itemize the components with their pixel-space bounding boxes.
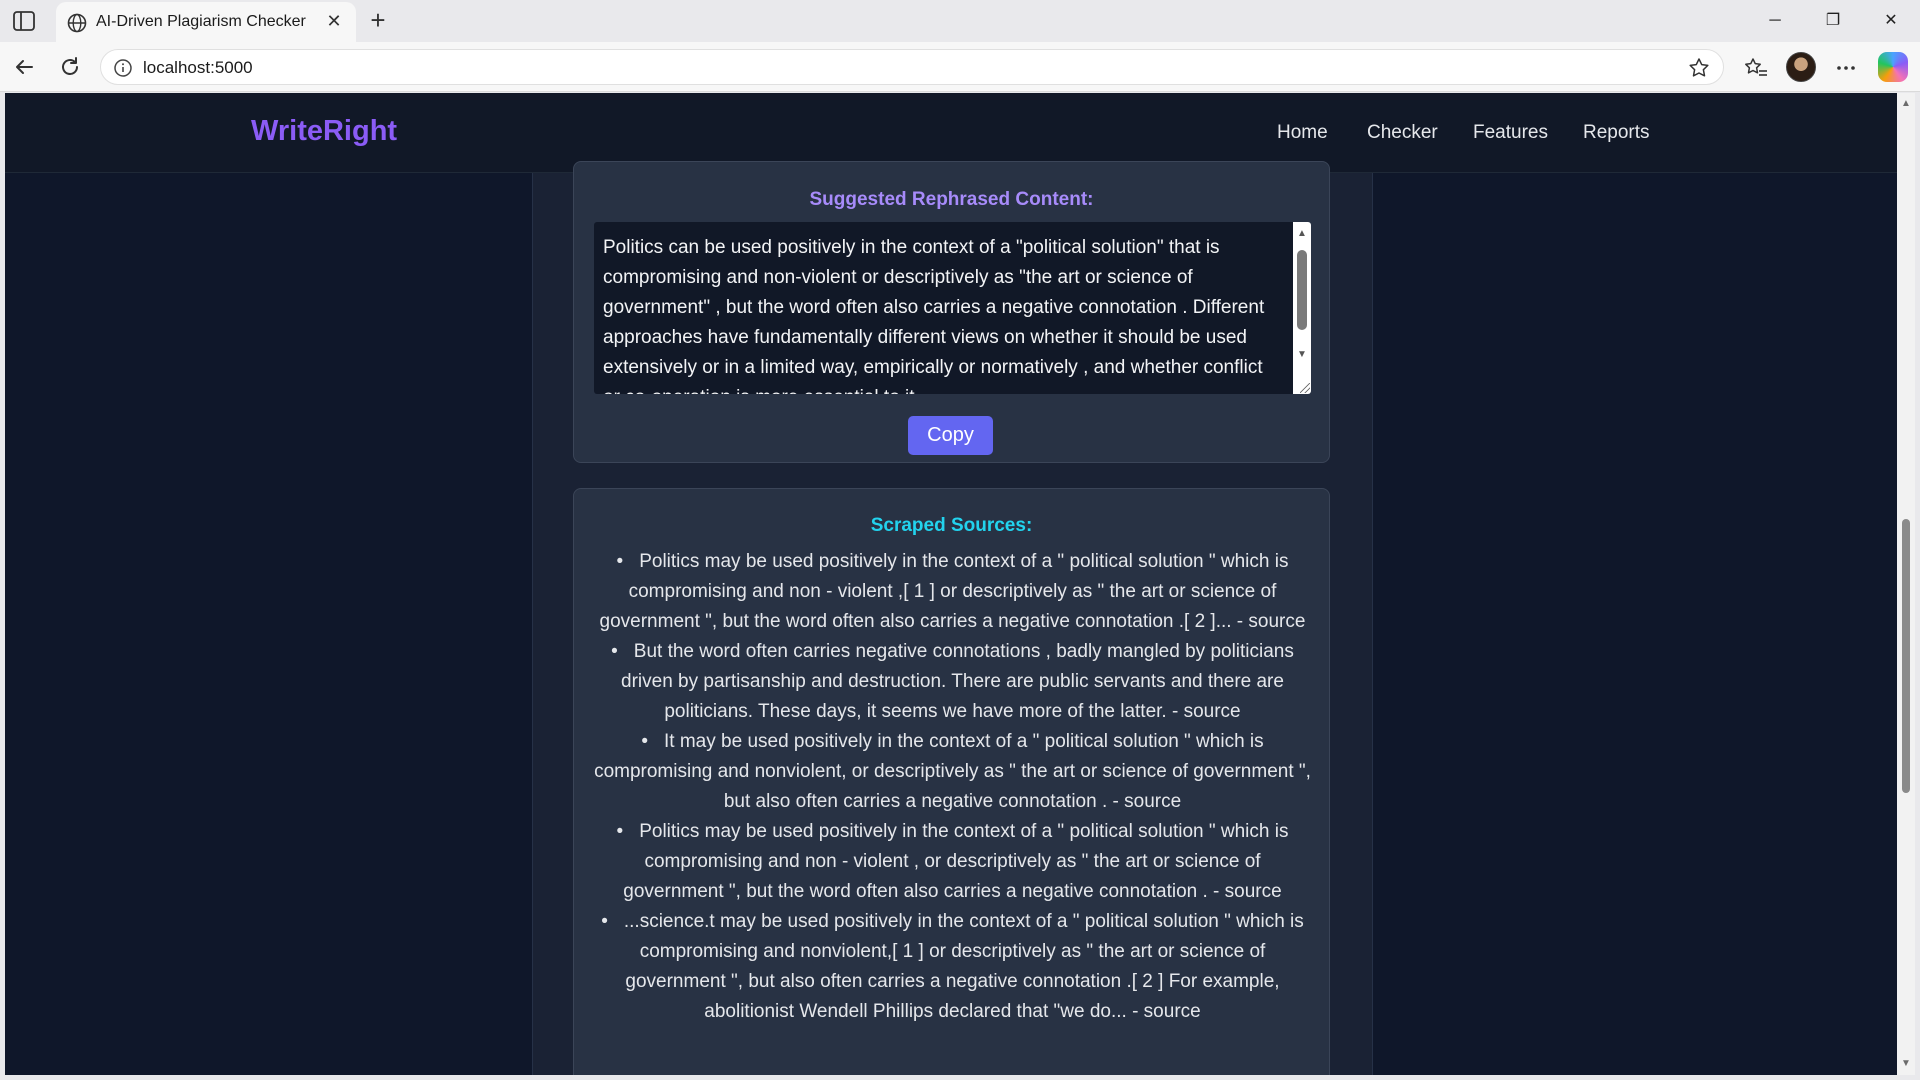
source-item: It may be used positively in the context… — [592, 727, 1313, 817]
url-text[interactable]: localhost:5000 — [143, 58, 253, 78]
scroll-up-icon[interactable]: ▲ — [1297, 228, 1307, 239]
page-viewport: WriteRight Home Checker Features Reports… — [5, 93, 1897, 1075]
more-icon[interactable] — [1832, 54, 1860, 82]
plus-icon[interactable]: + — [364, 6, 392, 34]
tab-title: AI-Driven Plagiarism Checker — [96, 13, 306, 30]
source-item: ...science.t may be used positively in t… — [592, 907, 1313, 1027]
source-item: Politics may be used positively in the c… — [592, 547, 1313, 637]
sidebar-toggle-icon[interactable] — [12, 10, 36, 32]
rephrased-textarea[interactable]: Politics can be used positively in the c… — [594, 222, 1311, 394]
close-icon[interactable]: ✕ — [324, 11, 344, 31]
page-scrollbar[interactable]: ▲ ▼ — [1897, 93, 1915, 1075]
nav-home[interactable]: Home — [1277, 122, 1328, 144]
globe-icon — [66, 12, 88, 34]
restore-icon[interactable]: ❐ — [1810, 6, 1856, 36]
rephrase-card: Suggested Rephrased Content: Politics ca… — [573, 161, 1330, 463]
back-icon[interactable] — [10, 53, 38, 81]
favorites-icon[interactable] — [1742, 54, 1770, 82]
textarea-scrollbar[interactable]: ▲ ▼ — [1293, 222, 1311, 394]
source-item: But the word often carries negative conn… — [592, 637, 1313, 727]
reload-icon[interactable] — [56, 53, 84, 81]
copy-button[interactable]: Copy — [908, 416, 993, 455]
rephrased-text[interactable]: Politics can be used positively in the c… — [603, 233, 1283, 394]
sources-list: Politics may be used positively in the c… — [592, 547, 1313, 1027]
nav-reports[interactable]: Reports — [1583, 122, 1650, 144]
browser-tab[interactable]: AI-Driven Plagiarism Checker ✕ — [56, 2, 356, 42]
scroll-down-icon[interactable]: ▼ — [1297, 349, 1307, 360]
nav-features[interactable]: Features — [1473, 122, 1548, 144]
minimize-icon[interactable]: ─ — [1752, 6, 1798, 36]
address-bar-row: localhost:5000 — [0, 42, 1920, 92]
rephrase-title: Suggested Rephrased Content: — [809, 189, 1094, 210]
url-bar[interactable]: localhost:5000 — [100, 49, 1724, 85]
page-scroll-up-icon[interactable]: ▲ — [1901, 99, 1911, 109]
info-icon[interactable] — [113, 58, 133, 78]
copilot-icon[interactable] — [1878, 52, 1908, 82]
avatar[interactable] — [1786, 52, 1816, 82]
main-container: Suggested Rephrased Content: Politics ca… — [532, 161, 1373, 1075]
star-icon[interactable] — [1687, 56, 1711, 80]
nav-checker[interactable]: Checker — [1367, 122, 1438, 144]
textarea-scroll-thumb[interactable] — [1297, 250, 1307, 330]
page-scroll-thumb[interactable] — [1902, 519, 1910, 793]
tab-bar: AI-Driven Plagiarism Checker ✕ + ─ ❐ ✕ — [0, 0, 1920, 42]
sources-title: Scraped Sources: — [870, 515, 1033, 536]
page-scroll-down-icon[interactable]: ▼ — [1901, 1059, 1911, 1069]
resize-grip-icon[interactable] — [1300, 383, 1310, 393]
site-logo[interactable]: WriteRight — [251, 115, 397, 148]
sources-card: Scraped Sources: Politics may be used po… — [573, 488, 1330, 1075]
source-item: Politics may be used positively in the c… — [592, 817, 1313, 907]
close-window-icon[interactable]: ✕ — [1868, 6, 1914, 36]
